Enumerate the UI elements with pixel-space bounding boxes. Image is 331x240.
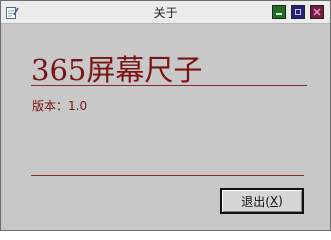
close-icon [313,8,321,16]
exit-button-label: 退出( [241,194,270,209]
bottom-divider [31,175,304,176]
maximize-button[interactable] [291,5,305,19]
maximize-icon [295,9,301,15]
minimize-button[interactable] [272,5,286,19]
exit-button-mnemonic: X [269,194,279,208]
exit-button-suffix: ) [278,194,283,208]
version-line: 版本：1.0 [32,97,87,114]
top-divider [31,85,307,86]
title-bar[interactable]: 关于 [1,1,330,24]
version-value: 1.0 [68,99,88,113]
exit-button[interactable]: 退出(X) [220,188,304,214]
close-button[interactable] [310,5,324,19]
app-name-heading: 365屏幕尺子 [31,53,203,87]
about-dialog: 关于 365屏幕尺子 版本：1.0 退出(X) [0,0,331,231]
version-label: 版本： [32,99,69,113]
minimize-icon [276,13,282,15]
